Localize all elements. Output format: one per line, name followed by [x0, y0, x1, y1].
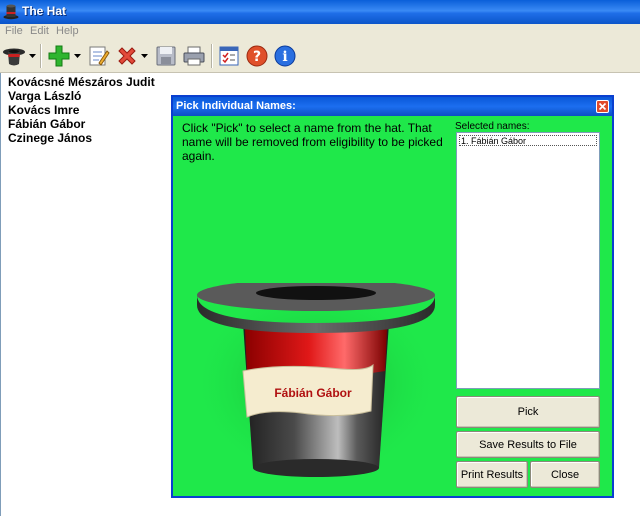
save-icon: [156, 46, 176, 66]
pick-dialog: Pick Individual Names: Click "Pick" to s…: [171, 95, 614, 498]
toolbar-separator: [40, 44, 42, 68]
list-item[interactable]: Czinege János: [8, 131, 92, 145]
toolbar: ? i: [0, 40, 640, 73]
dialog-title-bar[interactable]: Pick Individual Names:: [173, 97, 612, 116]
save-button[interactable]: [153, 43, 179, 69]
toolbar-separator: [211, 44, 213, 68]
chevron-down-icon[interactable]: [29, 52, 36, 59]
selected-names-list[interactable]: 1. Fábián Gábor: [456, 132, 600, 389]
add-icon: [48, 45, 70, 67]
window-title: The Hat: [22, 4, 67, 18]
list-icon: [219, 46, 239, 66]
help-icon: ?: [246, 45, 268, 67]
dialog-title: Pick Individual Names:: [176, 100, 296, 112]
chevron-down-icon[interactable]: [74, 52, 81, 59]
menu-bar: File Edit Help: [0, 24, 640, 40]
close-button[interactable]: Close: [530, 461, 600, 488]
delete-icon: [118, 47, 136, 65]
save-results-button[interactable]: Save Results to File: [456, 431, 600, 458]
list-item[interactable]: 1. Fábián Gábor: [459, 135, 597, 146]
svg-text:i: i: [282, 49, 287, 65]
print-results-button[interactable]: Print Results: [456, 461, 528, 488]
add-button[interactable]: [46, 43, 72, 69]
edit-button[interactable]: [86, 43, 112, 69]
list-item[interactable]: Varga László: [8, 89, 81, 103]
hat-app-icon: [3, 3, 19, 20]
instructions-text: Click "Pick" to select a name from the h…: [182, 121, 443, 163]
hat-name-label: Fábián Gábor: [274, 386, 352, 400]
dialog-close-button[interactable]: [596, 100, 609, 113]
menu-edit[interactable]: Edit: [30, 25, 49, 37]
edit-icon: [89, 46, 110, 66]
svg-text:?: ?: [253, 49, 261, 65]
list-item[interactable]: Fábián Gábor: [8, 117, 85, 131]
print-button[interactable]: [181, 43, 207, 69]
window-title-bar[interactable]: The Hat: [0, 0, 640, 24]
list-item[interactable]: Kovácsné Mészáros Judit: [8, 75, 155, 89]
delete-button[interactable]: [114, 43, 140, 69]
menu-file[interactable]: File: [5, 25, 23, 37]
info-icon: i: [274, 45, 296, 67]
print-icon: [183, 46, 205, 66]
selected-names-label: Selected names:: [455, 121, 530, 132]
info-button[interactable]: i: [272, 43, 298, 69]
hat-button[interactable]: [1, 43, 27, 69]
chevron-down-icon[interactable]: [141, 52, 148, 59]
hat-icon: [3, 48, 25, 66]
list-button[interactable]: [216, 43, 242, 69]
close-icon: [598, 102, 607, 111]
help-button[interactable]: ?: [244, 43, 270, 69]
hat-illustration: Fábián Gábor: [191, 283, 441, 483]
list-item[interactable]: Kovács Imre: [8, 103, 79, 117]
pick-button[interactable]: Pick: [456, 396, 600, 428]
menu-help[interactable]: Help: [56, 25, 79, 37]
